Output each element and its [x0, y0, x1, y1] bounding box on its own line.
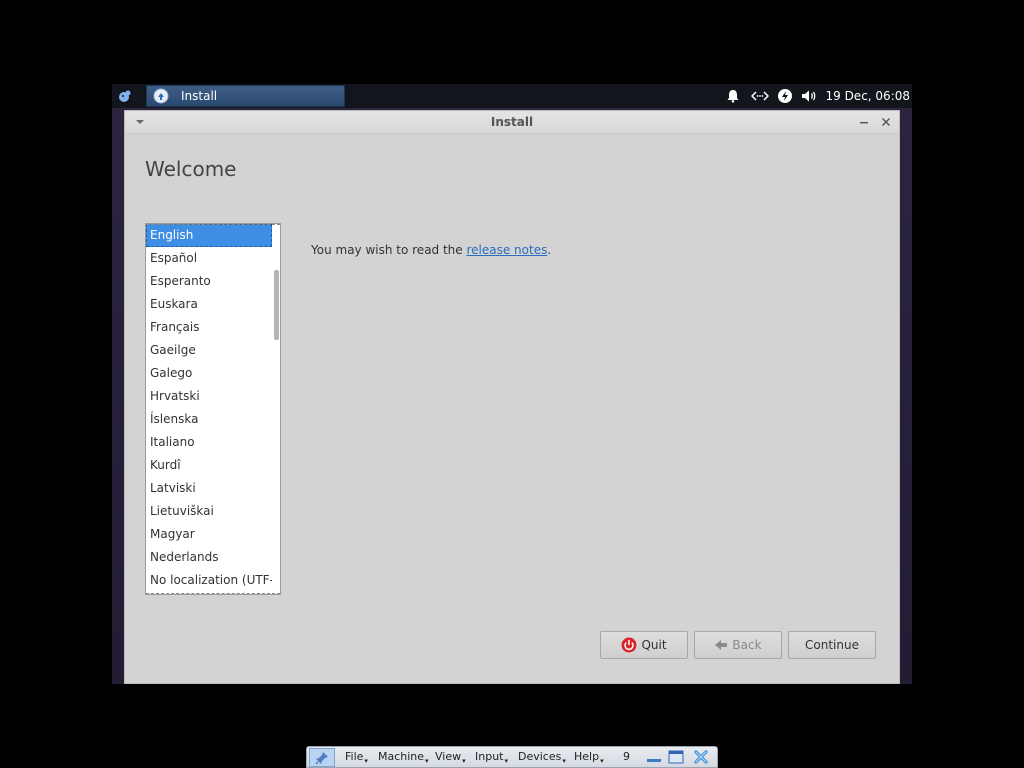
page-title: Welcome [145, 157, 237, 181]
language-item[interactable]: Galego [146, 362, 272, 385]
language-item[interactable]: Magyar [146, 523, 272, 546]
language-scrollbar-thumb[interactable] [274, 270, 279, 340]
clock[interactable]: 19 Dec, 06:08 [825, 84, 910, 108]
volume-icon [802, 90, 816, 102]
vm-menu-input[interactable]: Input [475, 747, 508, 767]
notifications-button[interactable] [724, 87, 742, 105]
language-list[interactable]: English Español Esperanto Euskara Français Ga… [145, 223, 281, 595]
vm-counter: 9 [623, 750, 630, 763]
vm-menu-view[interactable]: View [435, 747, 466, 767]
guest-screen: Install 19 Dec, 06:08 Install Welcome En… [112, 84, 912, 684]
language-item[interactable]: Gaeilge [146, 339, 272, 362]
language-scrollbar[interactable] [272, 224, 280, 594]
continue-label: Continue [805, 638, 859, 652]
minimize-button[interactable] [857, 115, 871, 129]
pin-icon [315, 751, 328, 764]
vm-menu-file[interactable]: File [345, 747, 368, 767]
list-focus-top [146, 224, 280, 225]
xfce-mouse-icon [119, 90, 131, 102]
vm-menu-machine[interactable]: Machine [378, 747, 429, 767]
minimize-icon [860, 122, 868, 124]
install-window: Install Welcome English Español Esperanto E… [124, 110, 900, 684]
release-notes-prefix: You may wish to read the [311, 243, 467, 257]
arrow-left-icon [714, 639, 728, 651]
vm-menu-help[interactable]: Help [574, 747, 604, 767]
pin-button[interactable] [309, 748, 335, 767]
exit-fullscreen-button[interactable] [667, 749, 685, 765]
whisker-menu-button[interactable] [114, 86, 136, 106]
power-manager-button[interactable] [776, 87, 794, 105]
language-item[interactable]: Lietuviškai [146, 500, 272, 523]
close-button[interactable] [879, 115, 893, 129]
power-icon [621, 637, 637, 653]
close-icon [882, 118, 890, 126]
language-item[interactable]: Hrvatski [146, 385, 272, 408]
close-icon [694, 750, 708, 764]
window-icon [668, 750, 684, 764]
taskbar-item-install[interactable]: Install [146, 85, 345, 107]
top-panel: Install 19 Dec, 06:08 [112, 84, 912, 108]
close-vm-button[interactable] [692, 749, 710, 765]
quit-button[interactable]: Quit [600, 631, 688, 659]
window-title: Install [490, 115, 534, 129]
minimize-vm-button[interactable] [645, 749, 663, 765]
network-icon [751, 91, 769, 101]
language-item[interactable]: No localization (UTF-8) [146, 569, 280, 592]
language-item[interactable]: Italiano [146, 431, 272, 454]
release-notes-suffix: . [547, 243, 552, 257]
title-bar[interactable]: Install [125, 111, 899, 134]
language-item[interactable]: Nederlands [146, 546, 272, 569]
back-button[interactable]: Back [694, 631, 782, 659]
language-item[interactable]: Esperanto [146, 270, 272, 293]
release-notes-text: You may wish to read the release notes. [311, 243, 551, 257]
installer-icon [153, 88, 169, 104]
language-item[interactable]: English [146, 224, 272, 247]
language-item[interactable]: Français [146, 316, 272, 339]
taskbar-item-label: Install [181, 89, 218, 103]
language-item[interactable]: Kurdî [146, 454, 272, 477]
release-notes-link[interactable]: release notes [466, 243, 547, 257]
quit-label: Quit [641, 638, 667, 652]
language-item[interactable]: Latviski [146, 477, 272, 500]
bell-icon [727, 90, 739, 103]
language-item[interactable]: Íslenska [146, 408, 272, 431]
list-focus-bottom [146, 593, 280, 594]
language-item[interactable]: Euskara [146, 293, 272, 316]
language-item[interactable]: Español [146, 247, 272, 270]
vm-menu-devices[interactable]: Devices [518, 747, 566, 767]
vm-mini-toolbar: File Machine View Input Devices Help 9 [306, 746, 718, 768]
power-icon [778, 89, 792, 103]
minimize-icon [647, 759, 661, 762]
continue-button[interactable]: Continue [788, 631, 876, 659]
network-button[interactable] [750, 87, 770, 105]
volume-button[interactable] [800, 87, 820, 105]
back-label: Back [732, 638, 762, 652]
